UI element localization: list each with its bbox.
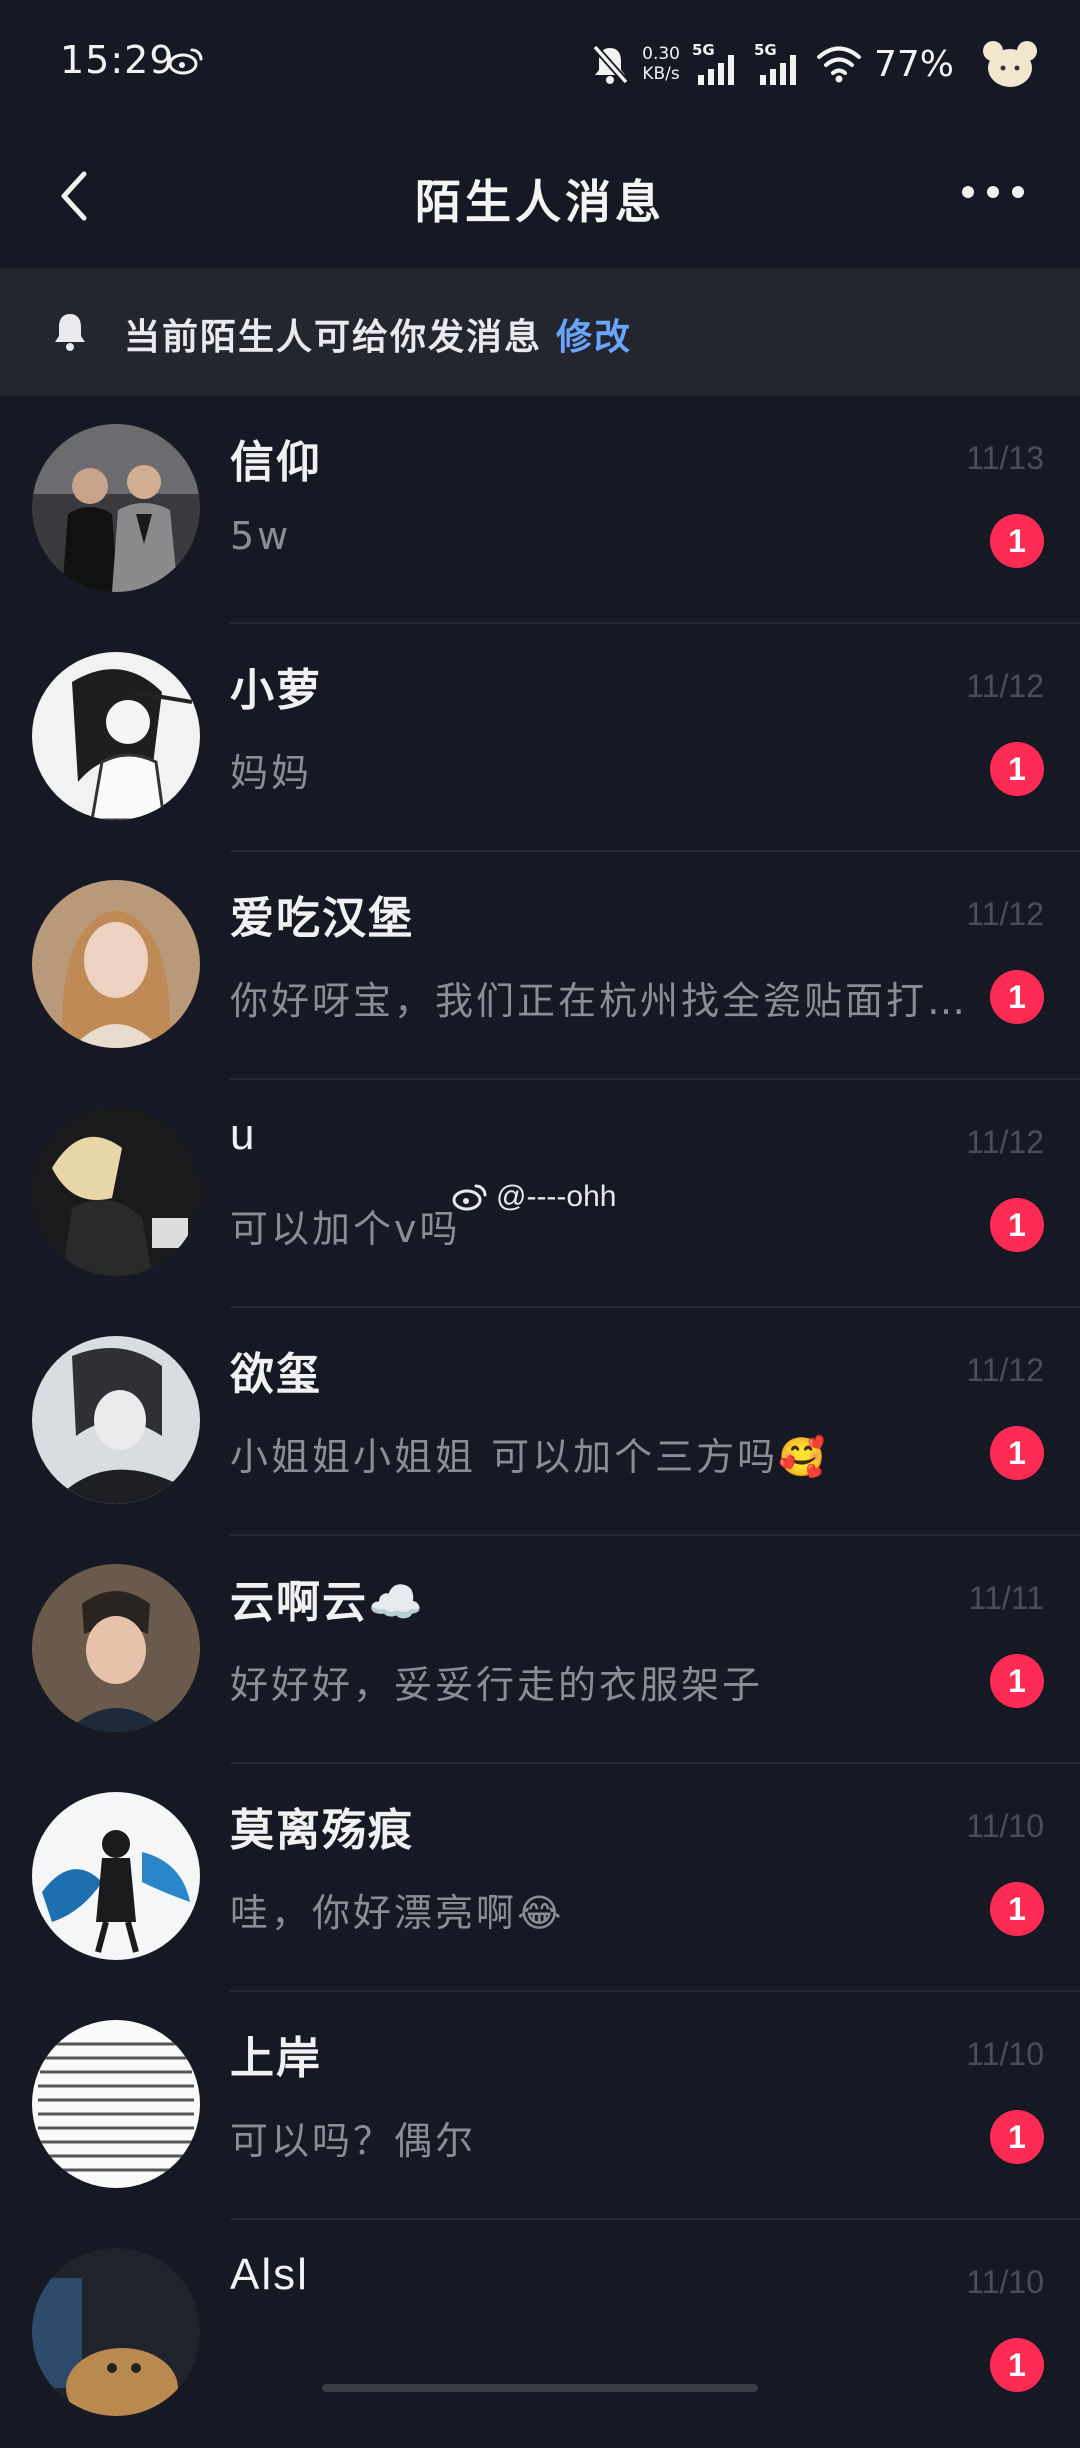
avatar-image: [32, 652, 200, 820]
message-date: 11/10: [966, 2264, 1044, 2300]
contact-name: 欲玺: [230, 1349, 322, 1400]
conversation-item[interactable]: 小萝 11/12 妈妈 1: [0, 624, 1080, 852]
unread-badge: 1: [990, 970, 1044, 1024]
contact-name: 莫离殇痕: [230, 1805, 414, 1856]
unread-badge: 1: [990, 1426, 1044, 1480]
avatar-image: [32, 1108, 200, 1276]
message-preview: 好好好，妥妥行走的衣服架子: [230, 1663, 764, 1707]
message-date: 11/12: [966, 1124, 1044, 1160]
avatar[interactable]: [32, 1336, 200, 1504]
message-date: 11/10: [966, 1808, 1044, 1844]
unread-badge: 1: [990, 2110, 1044, 2164]
mute-bell-icon: [592, 44, 629, 85]
message-date: 11/12: [966, 1352, 1044, 1388]
message-date: 11/10: [966, 2036, 1044, 2072]
status-time: 15:29: [60, 38, 175, 82]
contact-name: 小萝: [230, 665, 322, 716]
message-preview: 你好呀宝，我们正在杭州找全瓷贴面打…: [230, 979, 969, 1023]
signal-sim2: 5G: [754, 41, 804, 87]
avatar[interactable]: [32, 1108, 200, 1276]
unread-badge: 1: [990, 2338, 1044, 2392]
message-preview: 妈妈: [230, 751, 313, 795]
weibo-watermark: @----ohh: [452, 1180, 616, 1214]
unread-badge: 1: [990, 742, 1044, 796]
wifi-icon: [816, 46, 861, 83]
nav-header: 陌生人消息: [0, 128, 1080, 268]
unread-badge: 1: [990, 1882, 1044, 1936]
unread-badge: 1: [990, 514, 1044, 568]
notice-message: 当前陌生人可给你发消息: [124, 317, 543, 358]
message-date: 11/12: [966, 668, 1044, 704]
notice-text: 当前陌生人可给你发消息 修改: [124, 308, 632, 360]
page-title: 陌生人消息: [415, 175, 665, 229]
unread-badge: 1: [990, 1654, 1044, 1708]
message-date: 11/12: [966, 896, 1044, 932]
conversation-item[interactable]: 爱吃汉堡 11/12 你好呀宝，我们正在杭州找全瓷贴面打… 1: [0, 852, 1080, 1080]
conversation-item[interactable]: 欲玺 11/12 小姐姐小姐姐 可以加个三方吗🥰 1: [0, 1308, 1080, 1536]
unread-badge: 1: [990, 1198, 1044, 1252]
avatar[interactable]: [32, 2248, 200, 2416]
contact-name: u: [230, 1110, 257, 1159]
watermark-text: @----ohh: [496, 1180, 617, 1213]
message-date: 11/13: [966, 440, 1044, 476]
network-speed-value: 0.30: [642, 44, 680, 64]
signal-sim1: 5G: [692, 41, 742, 87]
bell-icon: [55, 314, 85, 351]
message-preview: 可以吗？偶尔: [230, 2119, 477, 2163]
avatar-image: [32, 2020, 200, 2188]
conversation-item[interactable]: 莫离殇痕 11/10 哇，你好漂亮啊😂 1: [0, 1764, 1080, 1992]
more-button[interactable]: [958, 172, 1028, 212]
message-preview: 哇，你好漂亮啊😂: [230, 1891, 565, 1935]
stranger-message-notice: 当前陌生人可给你发消息 修改: [0, 268, 1080, 396]
weibo-icon: [452, 1184, 487, 1211]
signal-bars-icon: [759, 55, 796, 85]
modify-link[interactable]: 修改: [556, 317, 632, 358]
message-preview: 小姐姐小姐姐 可以加个三方吗🥰: [230, 1435, 829, 1479]
avatar-image: [32, 1336, 200, 1504]
network-speed-unit: KB/s: [642, 64, 680, 84]
contact-name: 云啊云☁️: [230, 1577, 425, 1628]
signal-bars-icon: [697, 55, 734, 85]
message-date: 11/11: [968, 1580, 1044, 1616]
avatar-image: [32, 424, 200, 592]
conversation-list: 信仰 11/13 5w 1 小萝 11/12 妈妈 1 爱吃汉堡 11/12 你…: [0, 396, 1080, 2448]
contact-name: 爱吃汉堡: [230, 893, 414, 944]
avatar[interactable]: [32, 1564, 200, 1732]
conversation-item[interactable]: 上岸 11/10 可以吗？偶尔 1: [0, 1992, 1080, 2220]
battery-percent: 77%: [873, 43, 954, 85]
contact-name: 上岸: [230, 2033, 322, 2084]
conversation-item[interactable]: 信仰 11/13 5w 1: [0, 396, 1080, 624]
avatar[interactable]: [32, 424, 200, 592]
avatar-image: [32, 1792, 200, 1960]
conversation-item[interactable]: Alsl 11/10 1: [0, 2220, 1080, 2448]
avatar[interactable]: [32, 2020, 200, 2188]
avatar[interactable]: [32, 652, 200, 820]
weibo-icon: [168, 48, 203, 75]
avatar[interactable]: [32, 880, 200, 1048]
home-indicator[interactable]: [322, 2384, 758, 2392]
network-speed: 0.30 KB/s: [642, 44, 680, 84]
avatar[interactable]: [32, 1792, 200, 1960]
avatar-image: [32, 880, 200, 1048]
mascot-icon: [983, 41, 1037, 87]
status-bar: 15:29 0.30 KB/s 5G 5G 77%: [0, 0, 1080, 128]
message-preview: 5w: [230, 514, 292, 558]
avatar-image: [32, 1564, 200, 1732]
avatar-image: [32, 2248, 200, 2416]
conversation-item[interactable]: 云啊云☁️ 11/11 好好好，妥妥行走的衣服架子 1: [0, 1536, 1080, 1764]
contact-name: 信仰: [230, 437, 322, 488]
more-horizontal-icon: [962, 186, 1024, 198]
contact-name: Alsl: [230, 2250, 309, 2299]
